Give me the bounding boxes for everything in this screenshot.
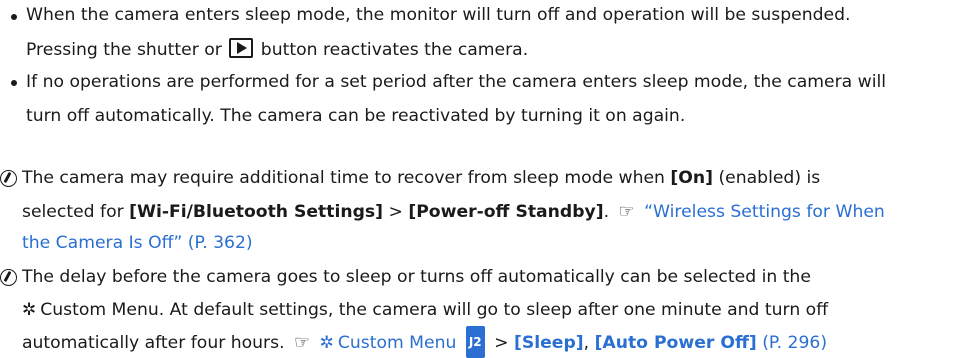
bullet-dot [11,14,17,20]
custom-menu-link[interactable]: Custom Menu [338,333,457,353]
note-pencil-icon [0,170,17,187]
note-2-line-3: automatically after four hours. ☞ ✲ Custo… [22,326,827,358]
wireless-settings-link-cont[interactable]: the Camera Is Off” (P. 362) [22,228,253,258]
wifi-bluetooth-settings: [Wi-Fi/Bluetooth Settings] [129,202,384,222]
note-1-line-2: selected for [Wi-Fi/Bluetooth Settings] … [22,197,885,227]
power-off-standby: [Power-off Standby] [408,202,604,222]
note-1-text: The camera may require additional time t… [22,168,671,188]
wireless-settings-link[interactable]: “Wireless Settings for When [644,202,885,222]
bullet-1-text-a: Pressing the shutter or [26,40,222,60]
on-setting: [On] [670,168,713,188]
bullet-1-line-1: When the camera enters sleep mode, the m… [26,5,851,25]
custom-menu-gear-icon: ✲ [22,300,37,320]
separator: > [383,202,409,222]
bullet-1-line-2: Pressing the shutter or button reactivat… [26,35,528,65]
j2-tab-icon: J2 [465,326,485,358]
comma: , [583,333,595,353]
note-1-text: selected for [22,202,130,222]
playback-button-icon [229,38,254,58]
bullet-dot [11,80,17,86]
note-2-line-2: ✲ Custom Menu. At default settings, the c… [22,295,828,325]
reference-hand-icon: ☞ [618,201,635,222]
bullet-1-text-b: button reactivates the camera. [260,40,529,60]
page-ref-link[interactable]: (P. 296) [757,333,827,353]
custom-menu-gear-icon: ✲ [319,333,334,353]
reference-hand-icon: ☞ [294,332,311,353]
note-1-text: (enabled) is [712,168,821,188]
separator: > [494,333,515,353]
bullet-2-line-1: If no operations are performed for a set… [26,72,887,92]
period: . [603,202,610,222]
note-2-text: automatically after four hours. [22,333,285,353]
auto-power-off-link[interactable]: [Auto Power Off] [595,333,757,353]
note-2-text: Custom Menu. At default settings, the ca… [40,300,829,320]
note-pencil-icon [0,269,17,286]
note-2-line-1: The delay before the camera goes to slee… [22,267,811,287]
bullet-2-line-2: turn off automatically. The camera can b… [26,106,686,126]
sleep-link[interactable]: [Sleep] [514,333,584,353]
note-1-line-1: The camera may require additional time t… [22,163,820,193]
